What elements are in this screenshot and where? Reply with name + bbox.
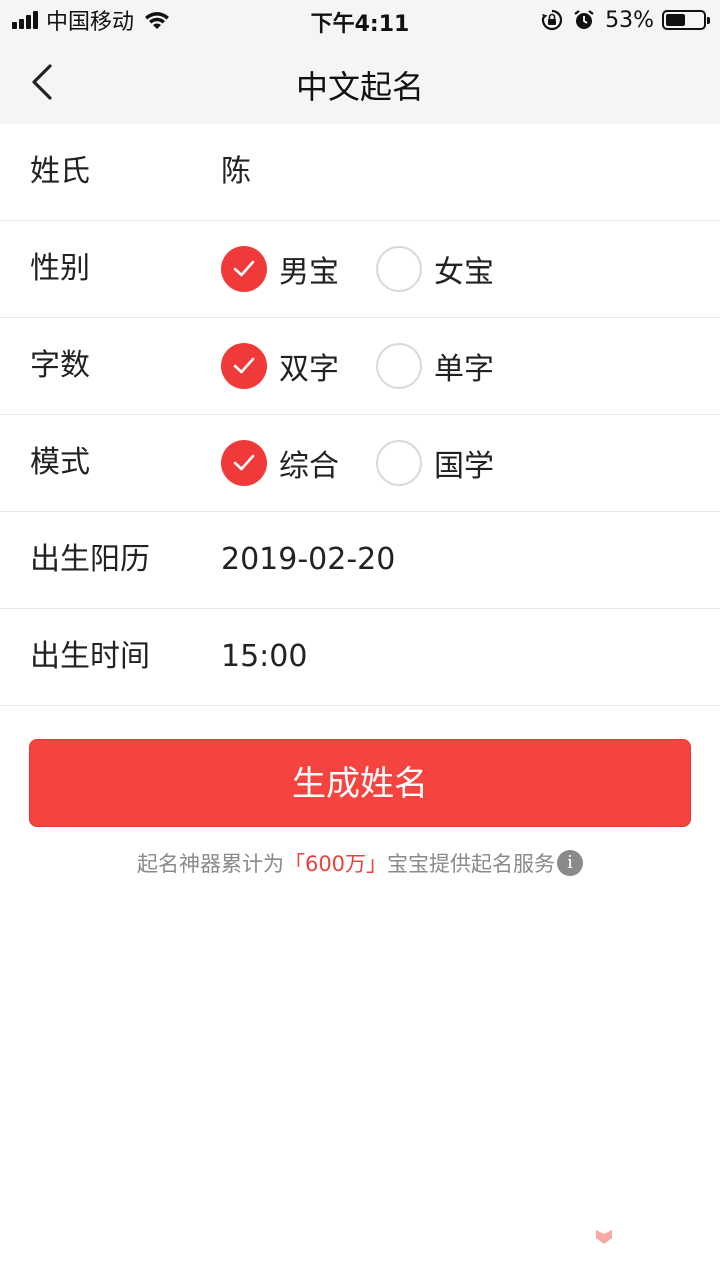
char-count-option-double[interactable]: 双字 — [221, 343, 339, 389]
birth-date-row[interactable]: 出生阳历 2019-02-20 — [0, 512, 720, 609]
mode-label: 模式 — [30, 445, 90, 480]
char-count-option-single[interactable]: 单字 — [376, 343, 494, 389]
gender-option-label: 女宝 — [434, 255, 494, 290]
status-right: 53% — [541, 6, 710, 34]
char-count-option-label: 单字 — [434, 352, 494, 387]
footnote-suffix: 宝宝提供起名服务 — [387, 852, 556, 876]
mode-option-comprehensive[interactable]: 综合 — [221, 440, 339, 486]
status-bar: 中国移动 下午4:11 53% — [0, 0, 720, 40]
battery-icon — [662, 10, 710, 30]
generate-name-button[interactable]: 生成姓名 — [29, 739, 691, 827]
checked-radio-icon — [221, 440, 267, 486]
mode-option-label: 国学 — [434, 449, 494, 484]
char-count-row: 字数 双字 单字 — [0, 318, 720, 415]
gender-option-girl[interactable]: 女宝 — [376, 246, 494, 292]
birth-time-value[interactable]: 15:00 — [221, 609, 307, 705]
surname-row[interactable]: 姓氏 陈 — [0, 124, 720, 221]
char-count-label: 字数 — [30, 348, 90, 383]
surname-value[interactable]: 陈 — [221, 124, 251, 220]
birth-date-label: 出生阳历 — [30, 542, 150, 577]
unchecked-radio-icon — [376, 343, 422, 389]
checked-radio-icon — [221, 246, 267, 292]
page-title: 中文起名 — [295, 68, 424, 106]
footnote-highlight: 「600万」 — [283, 852, 388, 876]
surname-label: 姓氏 — [30, 154, 90, 189]
gender-option-boy[interactable]: 男宝 — [221, 246, 339, 292]
unchecked-radio-icon — [376, 246, 422, 292]
gender-row: 性别 男宝 女宝 — [0, 221, 720, 318]
nav-bar: 中文起名 — [0, 40, 720, 124]
mode-option-label: 综合 — [279, 449, 339, 484]
mode-option-guoxue[interactable]: 国学 — [376, 440, 494, 486]
mode-row: 模式 综合 国学 — [0, 415, 720, 512]
birth-time-row[interactable]: 出生时间 15:00 — [0, 609, 720, 706]
checked-radio-icon — [221, 343, 267, 389]
rotation-lock-icon — [542, 9, 563, 31]
alarm-icon — [574, 10, 594, 29]
birth-date-value[interactable]: 2019-02-20 — [221, 512, 395, 608]
birth-time-label: 出生时间 — [30, 639, 150, 674]
battery-percent: 53% — [605, 7, 654, 33]
service-footnote: 起名神器累计为 「600万」 宝宝提供起名服务 i — [0, 848, 720, 878]
battery-level — [666, 14, 685, 26]
footnote-prefix: 起名神器累计为 — [136, 852, 284, 876]
gender-label: 性别 — [30, 251, 90, 286]
info-icon[interactable]: i — [557, 850, 584, 876]
unchecked-radio-icon — [376, 440, 422, 486]
watermark-icon — [596, 1230, 612, 1244]
gender-option-label: 男宝 — [279, 255, 339, 290]
char-count-option-label: 双字 — [279, 352, 339, 387]
naming-form: 姓氏 陈 性别 男宝 女宝 字数 双字 单字 模式 综合 国学 出生阳历 201… — [0, 124, 720, 706]
